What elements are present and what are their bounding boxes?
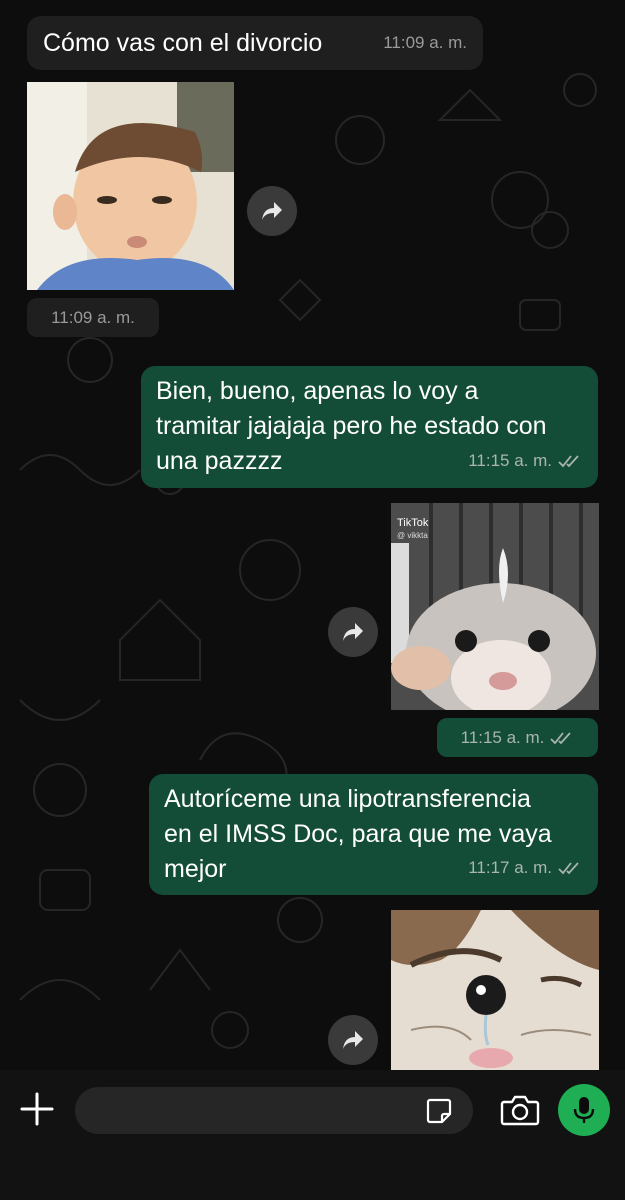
message-timestamp: 11:17 a. m. — [468, 850, 582, 885]
microphone-icon — [573, 1097, 595, 1123]
baby-face-sticker[interactable] — [27, 82, 234, 290]
camera-icon — [500, 1095, 540, 1126]
forward-icon — [262, 202, 282, 220]
outgoing-message[interactable]: Autoríceme una lipotransferencia en el I… — [149, 774, 598, 895]
sticker-timestamp: 11:09 a. m. — [27, 298, 159, 337]
attach-button[interactable] — [18, 1090, 56, 1128]
incoming-message[interactable]: Cómo vas con el divorcio 11:09 a. m. — [27, 16, 483, 70]
forward-icon — [343, 1031, 363, 1049]
message-timestamp: 11:09 a. m. — [383, 33, 467, 52]
forward-button[interactable] — [328, 607, 378, 657]
message-line: tramitar jajajaja pero he estado con — [156, 412, 547, 440]
message-text: Cómo vas con el divorcio — [43, 29, 323, 57]
sticker-timestamp: 11:15 a. m. — [437, 718, 598, 757]
double-check-icon — [558, 861, 579, 874]
voice-record-button[interactable] — [558, 1084, 610, 1136]
plus-icon — [20, 1092, 54, 1126]
message-timestamp: 11:15 a. m. — [468, 443, 582, 478]
camera-button[interactable] — [500, 1092, 540, 1128]
message-line: en el IMSS Doc, para que me vaya — [164, 820, 552, 848]
message-line: Autoríceme una lipotransferencia — [164, 785, 531, 813]
double-check-icon — [550, 731, 572, 744]
forward-button[interactable] — [328, 1015, 378, 1065]
double-check-icon — [558, 454, 579, 467]
tiktok-handle: @ vikkta — [397, 531, 428, 540]
sticker-icon — [426, 1098, 452, 1124]
crying-kitten-sticker[interactable] — [391, 910, 599, 1070]
message-input[interactable] — [75, 1087, 473, 1134]
hamster-sticker[interactable]: TikTok @ vikkta — [391, 503, 599, 710]
message-line: Bien, bueno, apenas lo voy a — [156, 377, 479, 405]
forward-button[interactable] — [247, 186, 297, 236]
forward-icon — [343, 623, 363, 641]
outgoing-message[interactable]: Bien, bueno, apenas lo voy a tramitar ja… — [141, 366, 598, 488]
sticker-button[interactable] — [425, 1097, 453, 1125]
tiktok-watermark: TikTok — [397, 517, 429, 529]
